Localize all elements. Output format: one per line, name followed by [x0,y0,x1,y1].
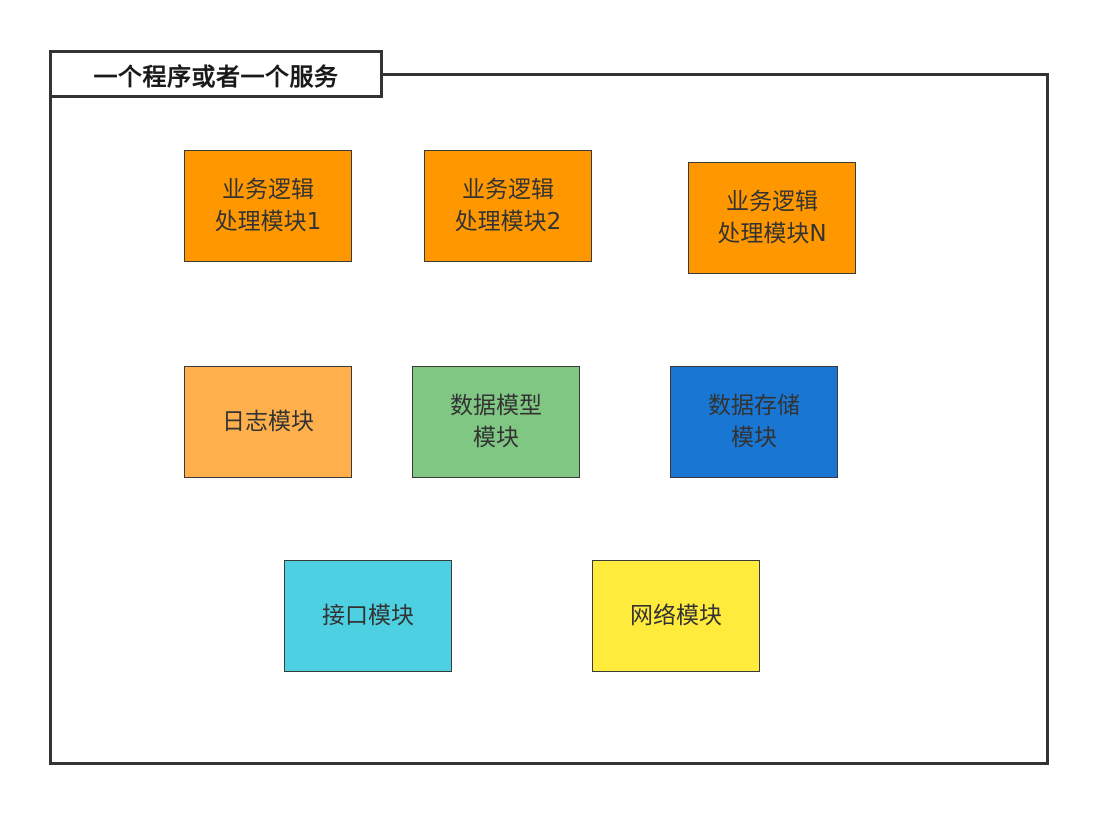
business-logic-module-n[interactable]: 业务逻辑 处理模块N [688,162,856,274]
module-label-line: 模块 [731,425,777,451]
module-label-line: 业务逻辑 [462,177,554,203]
module-label-line: 业务逻辑 [222,177,314,203]
data-storage-module[interactable]: 数据存储 模块 [670,366,838,478]
business-logic-module-2[interactable]: 业务逻辑 处理模块2 [424,150,592,262]
log-module[interactable]: 日志模块 [184,366,352,478]
module-label-line: 日志模块 [222,409,314,435]
module-label-line: 处理模块1 [214,209,322,235]
data-model-module[interactable]: 数据模型 模块 [412,366,580,478]
module-label-line: 处理模块N [717,221,827,247]
module-label-line: 网络模块 [630,603,722,629]
module-label-line: 业务逻辑 [726,189,818,215]
module-label-line: 数据模型 [450,393,542,419]
module-label-line: 数据存储 [708,393,800,419]
module-label-line: 接口模块 [322,603,414,629]
business-logic-module-1[interactable]: 业务逻辑 处理模块1 [184,150,352,262]
module-label-line: 模块 [473,425,519,451]
network-module[interactable]: 网络模块 [592,560,760,672]
interface-module[interactable]: 接口模块 [284,560,452,672]
module-label-line: 处理模块2 [454,209,562,235]
container-title: 一个程序或者一个服务 [49,50,383,98]
